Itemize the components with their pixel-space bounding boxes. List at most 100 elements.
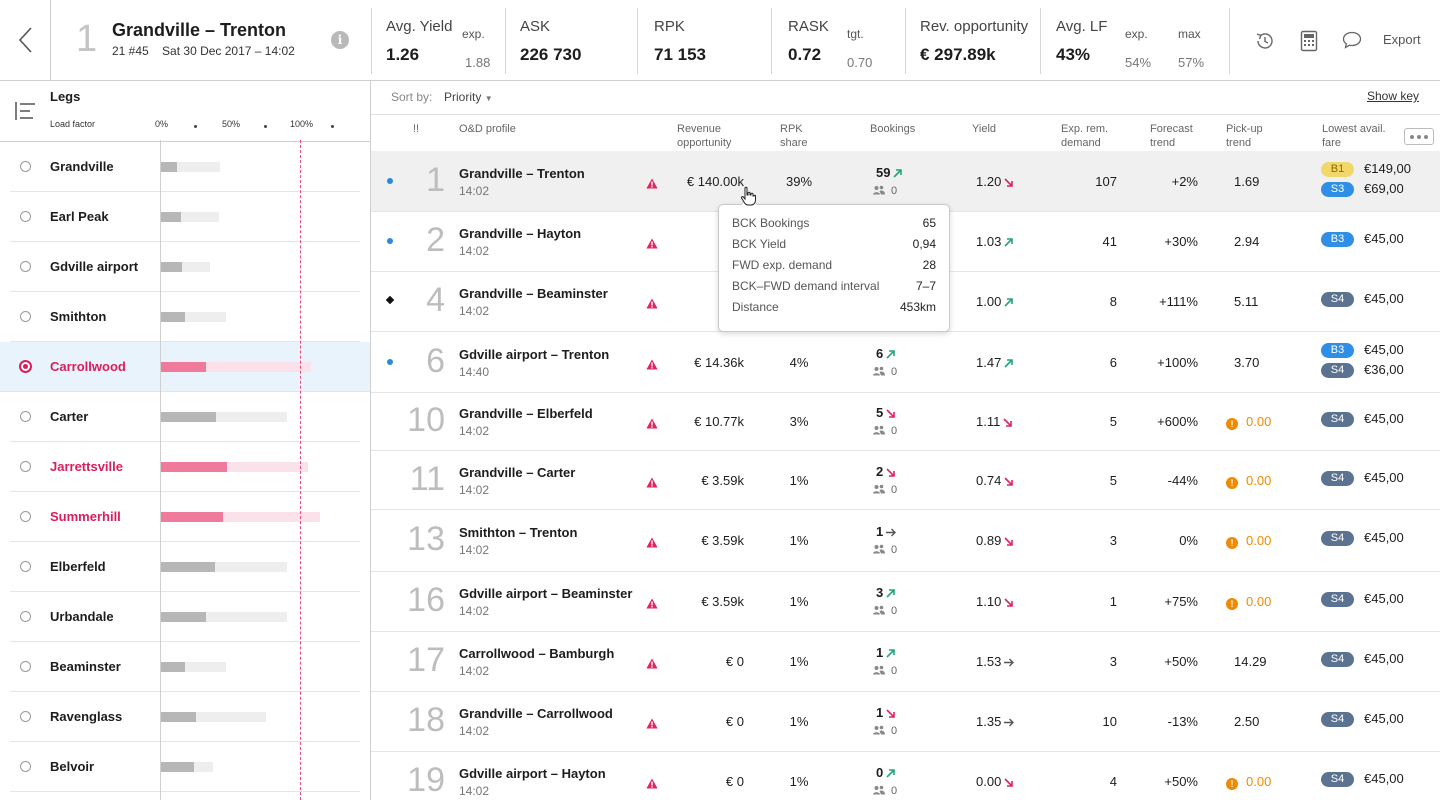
fare-price: €45,00 bbox=[1364, 651, 1404, 666]
col-exp-rem-demand[interactable]: Exp. rem. demand bbox=[1061, 122, 1131, 150]
back-button[interactable] bbox=[0, 0, 51, 80]
more-columns-button[interactable] bbox=[1404, 128, 1434, 145]
leg-radio[interactable] bbox=[19, 360, 32, 373]
revenue-opportunity: € 3.59k bbox=[701, 594, 744, 609]
sort-value: Priority bbox=[444, 90, 482, 104]
tooltip-label: Distance bbox=[732, 300, 779, 314]
leg-row[interactable]: Ravenglass bbox=[10, 692, 360, 742]
leg-radio[interactable] bbox=[20, 211, 31, 222]
flight-code: 21 #45 bbox=[112, 44, 149, 58]
od-row[interactable]: 13 Smithton – Trenton 14:02 € 3.59k 1% 1 0 0.89… bbox=[371, 510, 1440, 572]
col-flag[interactable]: !! bbox=[413, 122, 419, 136]
alert-icon: ! bbox=[1226, 537, 1238, 549]
group-icon bbox=[872, 366, 891, 378]
leg-radio[interactable] bbox=[20, 661, 31, 672]
fare-price: €45,00 bbox=[1364, 591, 1404, 606]
leg-row[interactable]: Grandville bbox=[10, 142, 360, 192]
bookings: 3 bbox=[876, 585, 896, 600]
row-rank: 4 bbox=[426, 281, 445, 319]
od-row[interactable]: 11 Grandville – Carter 14:02 € 3.59k 1% 2 0 0.7… bbox=[371, 451, 1440, 510]
od-row[interactable]: 17 Carrollwood – Bamburgh 14:02 € 0 1% 1 0 1.53… bbox=[371, 632, 1440, 692]
group-count: 0 bbox=[891, 785, 898, 797]
pickup-trend: 14.29 bbox=[1234, 654, 1267, 669]
trend-up-icon bbox=[883, 765, 896, 780]
leg-row[interactable]: Gdville airport bbox=[10, 242, 360, 292]
od-row[interactable]: 1 Grandville – Trenton 14:02 € 140.00k 39% 59… bbox=[371, 151, 1440, 212]
col-forecast-trend[interactable]: Forecast trend bbox=[1150, 122, 1210, 150]
sort-select[interactable]: Priority ▼ bbox=[444, 90, 493, 104]
col-bookings[interactable]: Bookings bbox=[870, 122, 915, 136]
forecast-trend: -13% bbox=[1167, 714, 1198, 729]
leg-radio[interactable] bbox=[20, 311, 31, 322]
leg-radio[interactable] bbox=[20, 711, 31, 722]
bookings: 5 bbox=[876, 405, 896, 420]
leg-row[interactable]: Urbandale bbox=[10, 592, 360, 642]
leg-radio[interactable] bbox=[20, 161, 31, 172]
od-row[interactable]: 16 Gdville airport – Beaminster 14:02 € 3.5… bbox=[371, 572, 1440, 632]
fare-class-badge: S4 bbox=[1321, 292, 1354, 307]
calculator-icon[interactable] bbox=[1300, 30, 1318, 52]
tooltip-label: BCK Yield bbox=[732, 237, 787, 251]
leg-row[interactable]: Jarrettsville bbox=[10, 442, 360, 492]
export-button[interactable]: Export bbox=[1383, 32, 1421, 47]
leg-radio[interactable] bbox=[20, 761, 31, 772]
leg-name: Earl Peak bbox=[50, 209, 109, 224]
fare-class-badge: S4 bbox=[1321, 592, 1354, 607]
col-pickup-trend[interactable]: Pick-up trend bbox=[1226, 122, 1286, 150]
kpi-value: 226 730 bbox=[520, 45, 582, 64]
col-rpk-share[interactable]: RPK share bbox=[780, 122, 830, 150]
col-lowest-fare[interactable]: Lowest avail. fare bbox=[1322, 122, 1392, 150]
leg-row[interactable]: Elberfeld bbox=[10, 542, 360, 592]
leg-row[interactable]: Carrollwood bbox=[0, 342, 370, 392]
load-factor-fill bbox=[160, 162, 177, 172]
fare-class-badge: B3 bbox=[1321, 343, 1354, 358]
leg-row[interactable]: Smithton bbox=[10, 292, 360, 342]
history-icon[interactable] bbox=[1254, 30, 1276, 52]
leg-radio[interactable] bbox=[20, 261, 31, 272]
forecast-trend: +50% bbox=[1164, 654, 1198, 669]
leg-row[interactable]: Earl Peak bbox=[10, 192, 360, 242]
axis-tick bbox=[331, 125, 334, 128]
show-key-link[interactable]: Show key bbox=[1367, 89, 1419, 103]
leg-radio[interactable] bbox=[20, 411, 31, 422]
leg-radio[interactable] bbox=[20, 561, 31, 572]
od-row[interactable]: 18 Grandville – Carrollwood 14:02 € 0 1% 1 0 1.… bbox=[371, 692, 1440, 752]
leg-name: Grandville bbox=[50, 159, 114, 174]
row-rank: 13 bbox=[407, 520, 445, 558]
leg-name: Carter bbox=[50, 409, 89, 424]
leg-radio[interactable] bbox=[20, 611, 31, 622]
od-row[interactable]: 19 Gdville airport – Hayton 14:02 € 0 1% 0 0 0.… bbox=[371, 752, 1440, 800]
leg-row[interactable]: Summerhill bbox=[10, 492, 360, 542]
leg-radio[interactable] bbox=[20, 461, 31, 472]
chevron-left-icon bbox=[18, 27, 32, 53]
exp-rem-demand: 8 bbox=[1109, 294, 1117, 309]
trend-down-icon bbox=[1001, 174, 1014, 189]
group-bookings: 0 bbox=[872, 544, 897, 556]
forecast-trend: +50% bbox=[1164, 774, 1198, 789]
sort-label: Sort by: bbox=[391, 90, 433, 104]
col-yield[interactable]: Yield bbox=[972, 122, 996, 136]
trend-down-icon bbox=[883, 405, 896, 420]
dot bbox=[1410, 134, 1414, 139]
trend-up-icon bbox=[1001, 294, 1014, 309]
leg-row[interactable]: Beaminster bbox=[10, 642, 360, 692]
leg-radio[interactable] bbox=[20, 511, 31, 522]
forecast-trend: +111% bbox=[1159, 294, 1198, 309]
leg-row[interactable]: Belvoir bbox=[10, 742, 360, 792]
col-od-profile[interactable]: O&D profile bbox=[459, 122, 516, 136]
info-icon[interactable]: i bbox=[331, 31, 349, 49]
od-time: 14:02 bbox=[459, 664, 490, 678]
kpi-label: RPK bbox=[654, 18, 685, 35]
alert-icon: ! bbox=[1226, 598, 1238, 610]
fare-price: €45,00 bbox=[1364, 711, 1404, 726]
od-row[interactable]: 10 Grandville – Elberfeld 14:02 € 10.77k 3% 5… bbox=[371, 393, 1440, 451]
pickup-value: 0.00 bbox=[1246, 414, 1272, 429]
leg-row[interactable]: Carter bbox=[10, 392, 360, 442]
group-count: 0 bbox=[891, 605, 898, 617]
od-row[interactable]: 6 Gdville airport – Trenton 14:40 € 14.36k 4… bbox=[371, 332, 1440, 393]
col-revenue-opportunity[interactable]: Revenue opportunity bbox=[677, 122, 757, 150]
sort-list-icon[interactable] bbox=[14, 101, 36, 121]
od-time: 14:02 bbox=[459, 784, 490, 798]
comment-icon[interactable] bbox=[1342, 30, 1362, 50]
yield-value: 1.00 bbox=[976, 294, 1002, 309]
